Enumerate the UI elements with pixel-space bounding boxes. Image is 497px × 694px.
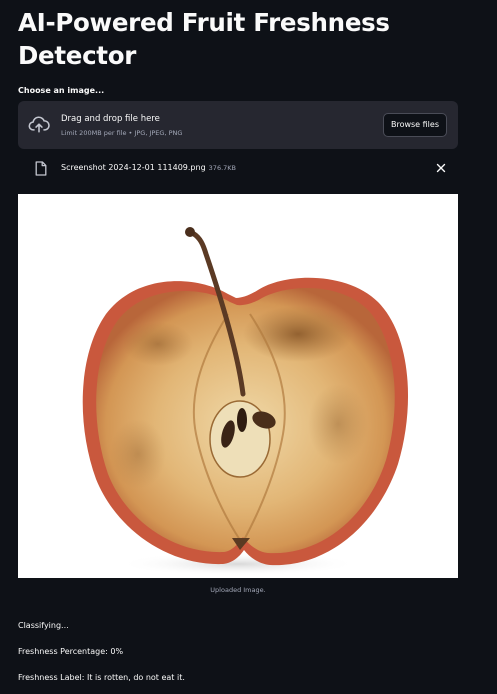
- uploader-label: Choose an image...: [18, 86, 105, 95]
- file-size: 376.7KB: [208, 164, 237, 172]
- dropzone-text: Drag and drop file here Limit 200MB per …: [61, 113, 182, 139]
- file-dropzone[interactable]: Drag and drop file here Limit 200MB per …: [18, 101, 458, 149]
- uploaded-file-name: Screenshot 2024-12-01 111409.png 376.7KB: [61, 163, 236, 172]
- file-name-text: Screenshot 2024-12-01 111409.png: [61, 163, 206, 172]
- close-icon[interactable]: [435, 162, 447, 174]
- page-title: AI-Powered Fruit Freshness Detector: [18, 8, 390, 70]
- dropzone-title: Drag and drop file here: [61, 114, 160, 124]
- freshness-percentage: Freshness Percentage: 0%: [18, 647, 124, 656]
- browse-files-button[interactable]: Browse files: [382, 113, 447, 137]
- classification-status: Classifying...: [18, 621, 69, 630]
- rotten-apple-image: [82, 227, 409, 576]
- app-page: AI-Powered Fruit Freshness Detector Choo…: [0, 6, 497, 694]
- freshness-label: Freshness Label: It is rotten, do not ea…: [18, 673, 185, 682]
- dropzone-limit: Limit 200MB per file • JPG, JPEG, PNG: [61, 129, 183, 137]
- uploaded-image: [18, 194, 458, 578]
- image-caption: Uploaded Image.: [210, 586, 266, 594]
- uploaded-file-row: Screenshot 2024-12-01 111409.png 376.7KB: [18, 161, 458, 177]
- file-icon: [35, 161, 47, 176]
- cloud-upload-icon: [28, 116, 50, 133]
